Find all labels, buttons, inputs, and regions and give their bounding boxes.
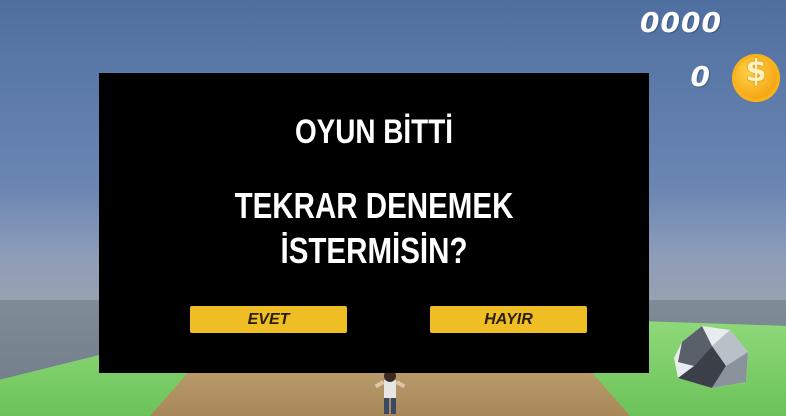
coin-symbol: $ bbox=[745, 54, 767, 89]
retry-question-line1: TEKRAR DENEMEK bbox=[234, 185, 514, 226]
rock-obstacle bbox=[674, 326, 748, 388]
yes-button[interactable]: EVET bbox=[190, 306, 347, 333]
coin-counter: 0 bbox=[690, 60, 710, 93]
no-button[interactable]: HAYIR bbox=[430, 306, 587, 333]
game-over-dialog: OYUN BİTTİ TEKRAR DENEMEK İSTERMİSİN? EV… bbox=[99, 73, 649, 373]
coin-icon: $ bbox=[732, 54, 780, 102]
retry-question: TEKRAR DENEMEK İSTERMİSİN? bbox=[149, 183, 600, 273]
retry-question-line2: İSTERMİSİN? bbox=[280, 230, 468, 271]
player-character bbox=[374, 370, 406, 414]
score-counter: 0000 bbox=[640, 6, 722, 39]
game-over-title: OYUN BİTTİ bbox=[294, 113, 453, 151]
